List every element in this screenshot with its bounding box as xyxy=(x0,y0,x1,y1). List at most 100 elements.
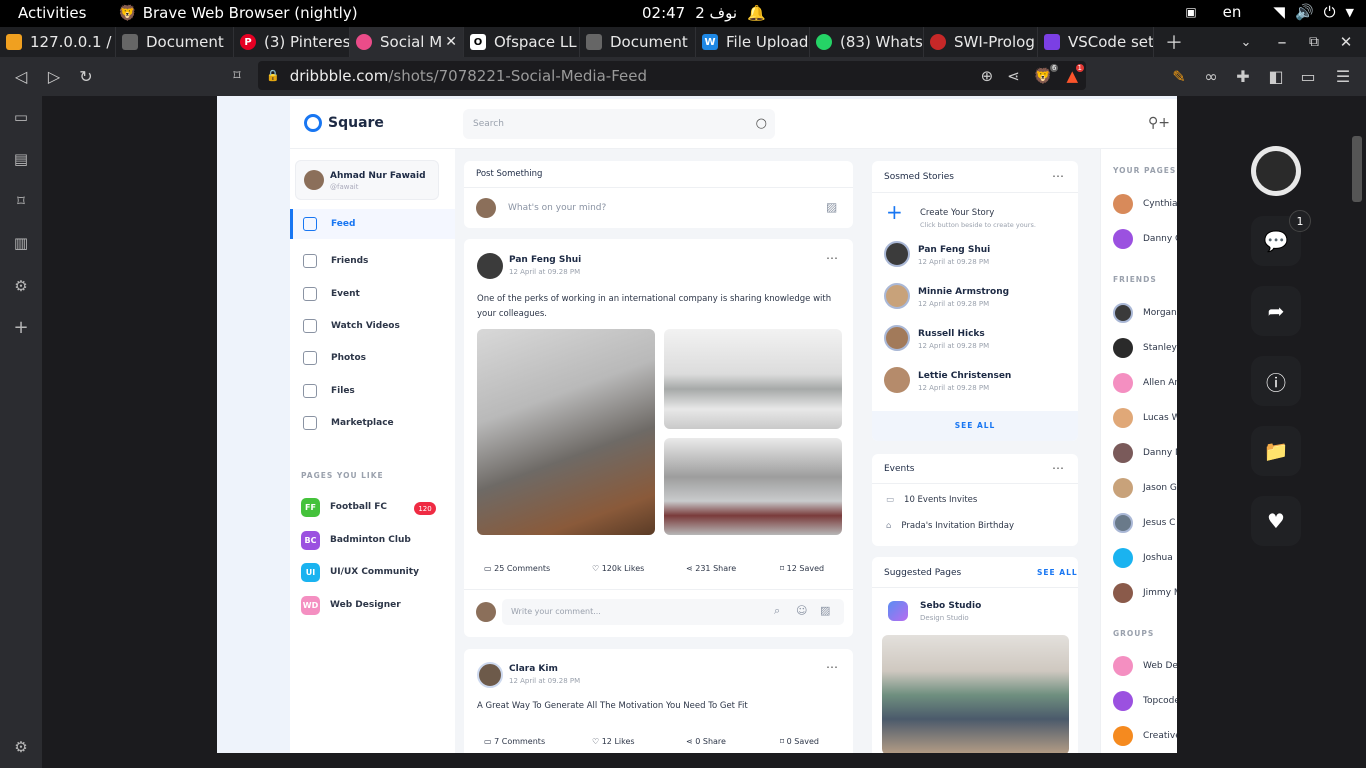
friend-item[interactable]: Jesus C xyxy=(1113,513,1175,533)
clock[interactable]: 02:47 2 نوف 🔔 xyxy=(642,4,766,22)
friend-item[interactable]: Jimmy M xyxy=(1113,583,1177,603)
forward-button[interactable]: ▷ xyxy=(43,65,65,87)
share-button[interactable]: ➦ xyxy=(1251,286,1301,336)
tab-vscode[interactable]: VSCode set xyxy=(1038,27,1154,57)
tab-file-upload[interactable]: W File Upload xyxy=(696,27,810,57)
more-icon[interactable]: ⋯ xyxy=(826,660,838,674)
your-page-item[interactable]: Cynthia xyxy=(1113,194,1177,214)
designer-avatar[interactable] xyxy=(1251,146,1301,196)
event-item[interactable]: ⌂ Prada's Invitation Birthday xyxy=(886,521,1014,531)
tab-document-1[interactable]: Document xyxy=(116,27,234,57)
bookmark-button[interactable]: ⌑ xyxy=(226,65,248,87)
comment-button[interactable]: 💬 1 xyxy=(1251,210,1311,266)
page-web-designer[interactable]: WD Web Designer xyxy=(301,594,401,616)
menu-icon[interactable]: ☰ xyxy=(1332,65,1354,87)
brave-shield-icon[interactable]: 🦁 6 xyxy=(1034,63,1059,85)
menu-friends[interactable]: Friends xyxy=(290,246,455,276)
like-button[interactable]: ♥ xyxy=(1251,496,1301,546)
stories-see-all-button[interactable]: SEE ALL xyxy=(872,411,1078,441)
image-icon[interactable]: ▨ xyxy=(820,604,830,617)
maximize-button[interactable]: ⧉ xyxy=(1302,27,1326,57)
share-icon[interactable]: ⋖ xyxy=(1007,67,1020,85)
friend-item[interactable]: Jason G xyxy=(1113,478,1177,498)
save-button[interactable]: ⌑ 12 Saved xyxy=(780,564,824,573)
group-item[interactable]: Web De xyxy=(1113,656,1177,676)
share-button[interactable]: ⋖ 231 Share xyxy=(686,564,736,573)
share-button[interactable]: ⋖ 0 Share xyxy=(686,737,726,746)
window-close-button[interactable]: ✕ xyxy=(1334,27,1358,57)
tab-swi-prolog[interactable]: SWI-Prolog xyxy=(924,27,1038,57)
friend-item[interactable]: Danny M xyxy=(1113,443,1177,463)
tab-pinterest[interactable]: P (3) Pinteres xyxy=(234,27,350,57)
comments-button[interactable]: ▭ 25 Comments xyxy=(484,564,550,573)
save-button[interactable]: ⌑ 0 Saved xyxy=(780,737,819,746)
tab-social-media[interactable]: Social M ✕ xyxy=(350,27,464,57)
menu-watch-videos[interactable]: Watch Videos xyxy=(290,311,455,341)
app-menu[interactable]: 🦁 Brave Web Browser (nightly) xyxy=(118,4,358,22)
tab-ofspace[interactable]: O Ofspace LL xyxy=(464,27,580,57)
group-item[interactable]: Creative xyxy=(1113,726,1177,746)
search-input[interactable]: Search ○ xyxy=(463,109,775,139)
wallet-icon[interactable]: ▭ xyxy=(1297,65,1319,87)
page-uiux-community[interactable]: UI UI/UX Community xyxy=(301,561,419,583)
comment-input[interactable]: Write your comment... ⌕ ☺ ▨ xyxy=(502,599,844,625)
language-indicator[interactable]: en xyxy=(1223,3,1242,21)
post-photo-office[interactable] xyxy=(477,329,655,535)
add-to-collection-button[interactable]: 📁 xyxy=(1251,426,1301,476)
reading-list-icon[interactable]: ▥ xyxy=(11,233,31,253)
post-author[interactable]: Clara Kim xyxy=(509,664,558,674)
friend-item[interactable]: Morgan xyxy=(1113,303,1177,323)
friend-item[interactable]: Lucas W xyxy=(1113,408,1177,428)
new-tab-button[interactable]: ＋ xyxy=(1160,27,1188,57)
tab-list-button[interactable]: ⌄ xyxy=(1234,27,1258,57)
comments-button[interactable]: ▭ 7 Comments xyxy=(484,737,545,746)
profile-card[interactable]: Ahmad Nur Fawaid @fawait xyxy=(295,160,439,200)
post-photo-meeting-room[interactable] xyxy=(664,329,842,429)
group-item[interactable]: Topcode xyxy=(1113,691,1177,711)
post-author[interactable]: Pan Feng Shui xyxy=(509,255,581,265)
tab-127[interactable]: 127.0.0.1 / l xyxy=(0,27,116,57)
page-football-fc[interactable]: FF Football FC xyxy=(301,496,387,518)
more-icon[interactable]: ⋯ xyxy=(826,251,838,265)
reload-button[interactable]: ↻ xyxy=(75,65,97,87)
tab-whatsapp[interactable]: (83) Whats xyxy=(810,27,924,57)
like-button[interactable]: ♡ 120k Likes xyxy=(592,564,644,573)
more-icon[interactable]: ⋯ xyxy=(1052,461,1064,475)
video-icon[interactable]: ▭ xyxy=(11,107,31,127)
menu-photos[interactable]: Photos xyxy=(290,343,455,373)
close-icon[interactable]: ✕ xyxy=(445,34,457,50)
more-icon[interactable]: ⋯ xyxy=(1052,169,1064,183)
friend-item[interactable]: Allen An xyxy=(1113,373,1177,393)
info-button[interactable]: ⓘ xyxy=(1251,356,1301,406)
composer-input[interactable]: What's on your mind? xyxy=(508,203,606,213)
zoom-icon[interactable]: ⊕ xyxy=(981,67,994,85)
pencil-extension-icon[interactable]: ✎ xyxy=(1168,65,1190,87)
address-bar[interactable]: 🔒 dribbble.com/shots/7078221-Social-Medi… xyxy=(258,61,1086,90)
create-story-title[interactable]: Create Your Story xyxy=(920,208,994,218)
sidebar-toggle-icon[interactable]: ◧ xyxy=(1265,65,1287,87)
menu-files[interactable]: Files xyxy=(290,376,455,406)
emoji-icon[interactable]: ☺ xyxy=(796,604,807,617)
add-user-icon[interactable]: ⚲+ xyxy=(1148,115,1170,131)
attach-icon[interactable]: ⌕ xyxy=(774,604,780,618)
bookmarks-icon[interactable]: ⌑ xyxy=(11,191,31,211)
extensions-icon[interactable]: ✚ xyxy=(1232,65,1254,87)
settings-icon[interactable]: ⚙ xyxy=(11,276,31,296)
tab-document-2[interactable]: Document xyxy=(580,27,696,57)
suggested-page-name[interactable]: Sebo Studio xyxy=(920,601,981,611)
activities-button[interactable]: Activities xyxy=(18,4,86,22)
suggested-page-photo[interactable] xyxy=(882,635,1069,753)
gear-icon[interactable]: ⚙ xyxy=(11,737,31,757)
glasses-extension-icon[interactable]: ∞ xyxy=(1200,65,1222,87)
friend-item[interactable]: Stanley xyxy=(1113,338,1177,358)
page-badminton-club[interactable]: BC Badminton Club xyxy=(301,529,411,551)
add-story-icon[interactable]: + xyxy=(886,202,906,222)
suggested-see-all-button[interactable]: SEE ALL xyxy=(1037,568,1078,577)
wallet-icon[interactable]: ▤ xyxy=(11,149,31,169)
menu-marketplace[interactable]: Marketplace xyxy=(290,408,455,438)
minimize-button[interactable]: – xyxy=(1270,27,1294,57)
page-scrollbar[interactable] xyxy=(1352,136,1362,202)
system-tray[interactable]: ▣ en ◥ 🔊 ⏻ ▼ xyxy=(1185,3,1366,21)
add-icon[interactable]: + xyxy=(11,317,31,338)
back-button[interactable]: ◁ xyxy=(10,65,32,87)
